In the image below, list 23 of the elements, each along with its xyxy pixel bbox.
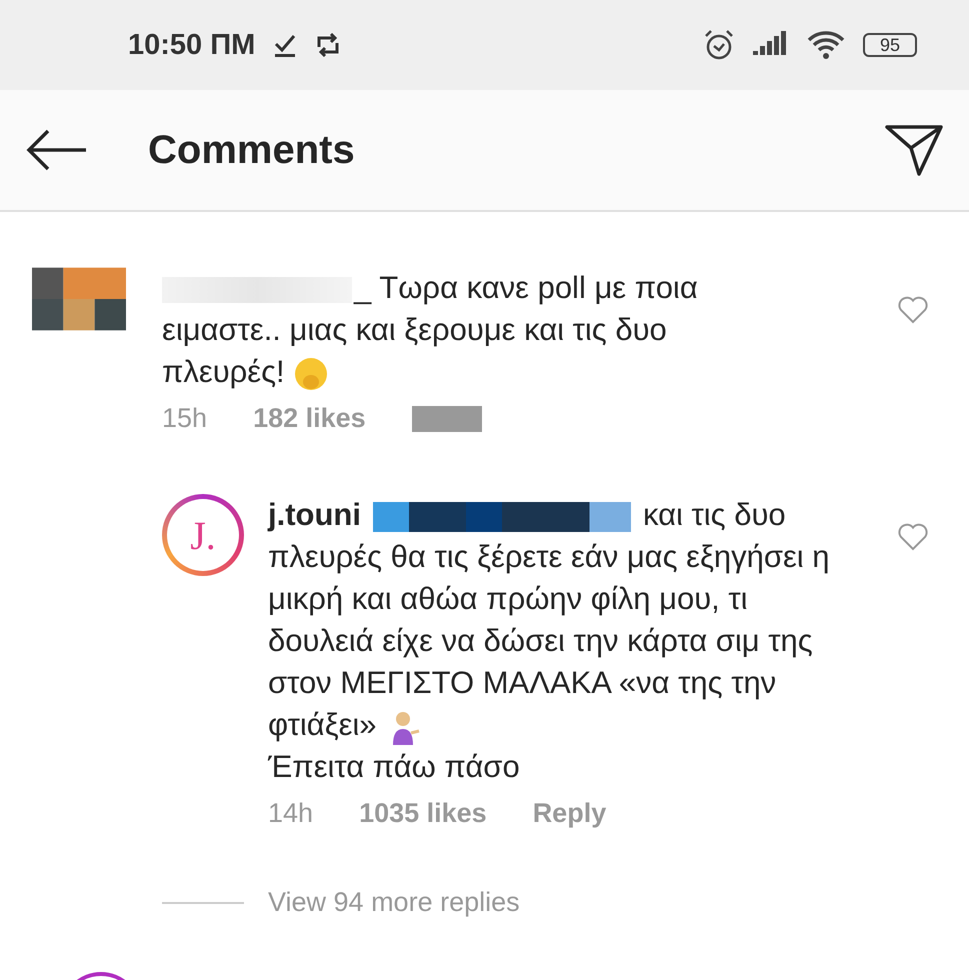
profile-avatar[interactable]: J. <box>162 494 244 576</box>
status-time: 10:50 ΠΜ <box>128 28 256 62</box>
comment-time: 15h <box>162 403 208 434</box>
paper-plane-icon[interactable] <box>885 124 943 176</box>
avatar-image[interactable] <box>32 267 126 331</box>
username-link[interactable]: j.touni <box>268 497 361 532</box>
emoji-icon <box>293 356 330 392</box>
page-title: Comments <box>148 128 356 172</box>
wifi-icon <box>807 30 845 60</box>
likes-count[interactable]: 1035 likes <box>359 798 487 829</box>
battery-indicator: 95 <box>863 33 917 57</box>
heart-icon[interactable] <box>897 522 929 552</box>
repeat-icon <box>315 33 342 57</box>
view-replies-link[interactable]: View 94 more replies <box>268 887 520 918</box>
reply-link[interactable]: Reply <box>532 798 606 829</box>
back-arrow-icon[interactable] <box>26 128 88 172</box>
heart-icon[interactable] <box>897 295 929 325</box>
alarm-icon <box>703 29 735 61</box>
comment-time: 14h <box>268 798 314 829</box>
likes-count[interactable]: 182 likes <box>253 403 366 434</box>
comment-text: _ Τωρα κανε poll με ποια ειμαστε.. μιας και ξερουμε και τις δυο πλευρές! <box>162 267 762 393</box>
download-done-icon <box>273 32 298 58</box>
comment-text: j.touni και τις δυο πλευρές θα τις ξέρετε εάν μας εξηγήσει η μικρή και αθώα πρώην φίλη μου, τι δουλειά είχε να δώσει την κάρτα σιμ της στον ΜΕΓΙΣΤΟ ΜΑΛΑΚΑ «να της την φτιάξει» Έπειτα πάω πάσο <box>268 496 831 786</box>
